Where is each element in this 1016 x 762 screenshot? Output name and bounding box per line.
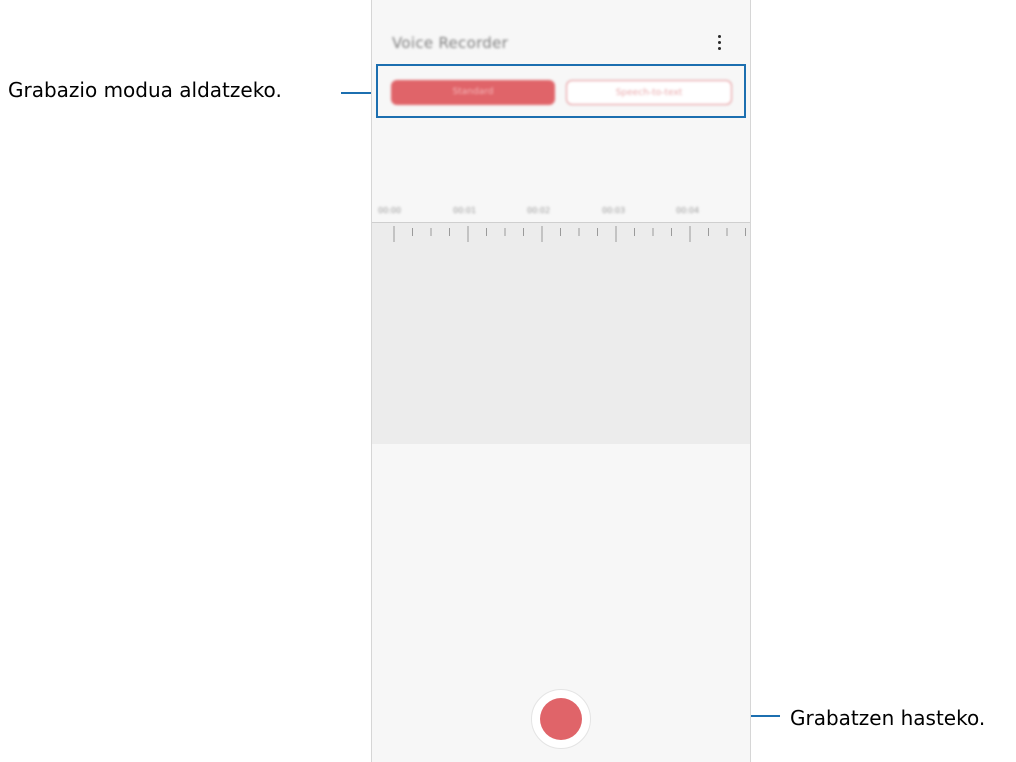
tab-standard[interactable]: Standard — [391, 80, 555, 105]
timeline-ruler — [372, 222, 750, 242]
timeline-label: 00:03 — [602, 206, 626, 215]
timeline-label: 00:02 — [527, 206, 551, 215]
timeline-label: 00:00 — [378, 206, 402, 215]
timeline-labels: 00:00 00:01 00:02 00:03 00:04 — [372, 206, 750, 218]
timeline-label: 00:04 — [676, 206, 700, 215]
timeline-label: 00:01 — [453, 206, 477, 215]
tab-speech-to-text[interactable]: Speech-to-text — [566, 80, 732, 105]
app-title: Voice Recorder — [392, 34, 509, 52]
mode-switch-caption: Grabazio modua aldatzeko. — [8, 78, 282, 102]
more-vertical-icon[interactable] — [710, 30, 728, 54]
start-recording-caption: Grabatzen hasteko. — [790, 706, 986, 730]
record-icon[interactable] — [540, 698, 582, 740]
waveform-area — [372, 222, 750, 444]
